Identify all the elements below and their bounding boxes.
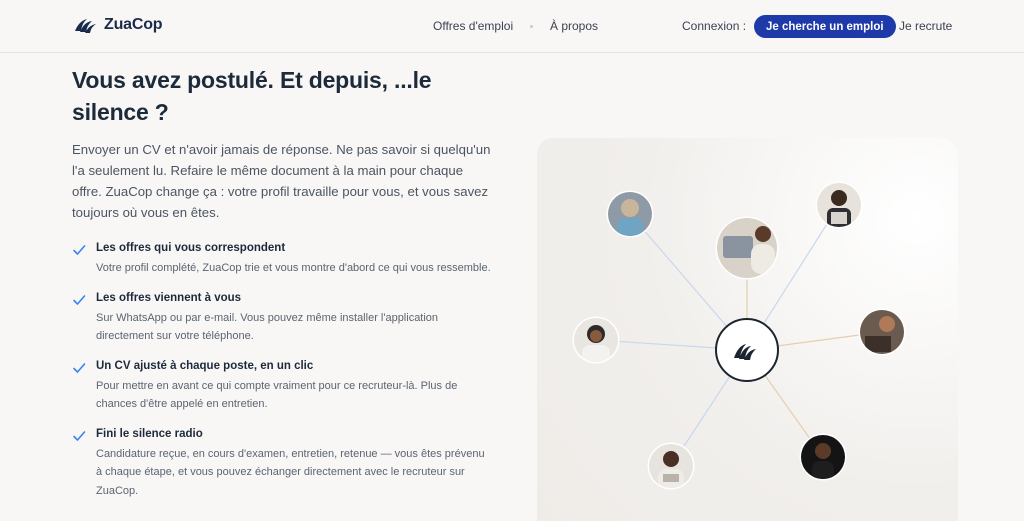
page-title: Vous avez postulé. Et depuis, ...le sile…	[72, 67, 432, 125]
candidate-avatar	[715, 216, 779, 280]
nav-link-apropos[interactable]: À propos	[550, 19, 598, 33]
candidate-avatar	[572, 316, 620, 364]
check-icon	[73, 294, 86, 305]
hero-intro: Envoyer un CV et n'avoir jamais de répon…	[72, 142, 491, 220]
check-icon	[73, 245, 86, 255]
feature-title: Un CV ajusté à chaque poste, en un clic	[96, 359, 314, 372]
feature-description: Candidature reçue, en cours d'examen, en…	[96, 447, 485, 497]
check-icon	[73, 362, 86, 373]
feature-title: Les offres qui vous correspondent	[96, 242, 286, 254]
check-icon	[73, 430, 86, 441]
brand-logo[interactable]: ZuaCop	[72, 12, 163, 38]
candidate-avatar	[606, 190, 654, 238]
feature-description: Pour mettre en avant ce qui compte vraim…	[96, 379, 458, 411]
connexion-label: Connexion :	[682, 19, 747, 33]
top-navbar: ZuaCop Offres d'emploi À propos Connexio…	[0, 0, 1024, 53]
feature-item: Un CV ajusté à chaque poste, en un clic …	[72, 358, 492, 414]
feature-item: Les offres viennent à vous Sur WhatsApp …	[72, 290, 492, 346]
job-seeker-login-button[interactable]: Je cherche un emploi	[754, 15, 896, 38]
network-illustration	[572, 181, 906, 490]
candidate-avatar	[858, 308, 906, 356]
feature-description: Sur WhatsApp ou par e-mail. Vous pouvez …	[96, 311, 439, 343]
feature-description: Votre profil complété, ZuaCop trie et vo…	[96, 262, 491, 274]
center-logo-hub	[715, 318, 779, 382]
candidate-avatar	[799, 433, 847, 481]
nav-link-offres[interactable]: Offres d'emploi	[433, 19, 513, 33]
candidate-avatar	[815, 181, 863, 229]
feature-title: Les offres viennent à vous	[96, 291, 242, 304]
candidate-avatar	[647, 442, 695, 490]
feature-item: Les offres qui vous correspondent Votre …	[72, 240, 492, 278]
wing-logo-icon	[72, 12, 98, 38]
feature-list: Les offres qui vous correspondent Votre …	[72, 240, 492, 512]
feature-title: Fini le silence radio	[96, 427, 203, 440]
recruiter-login-link[interactable]: Je recrute	[899, 19, 952, 33]
nav-separator-dot	[530, 25, 533, 28]
feature-item: Fini le silence radio Candidature reçue,…	[72, 426, 492, 501]
brand-name: ZuaCop	[104, 16, 163, 33]
